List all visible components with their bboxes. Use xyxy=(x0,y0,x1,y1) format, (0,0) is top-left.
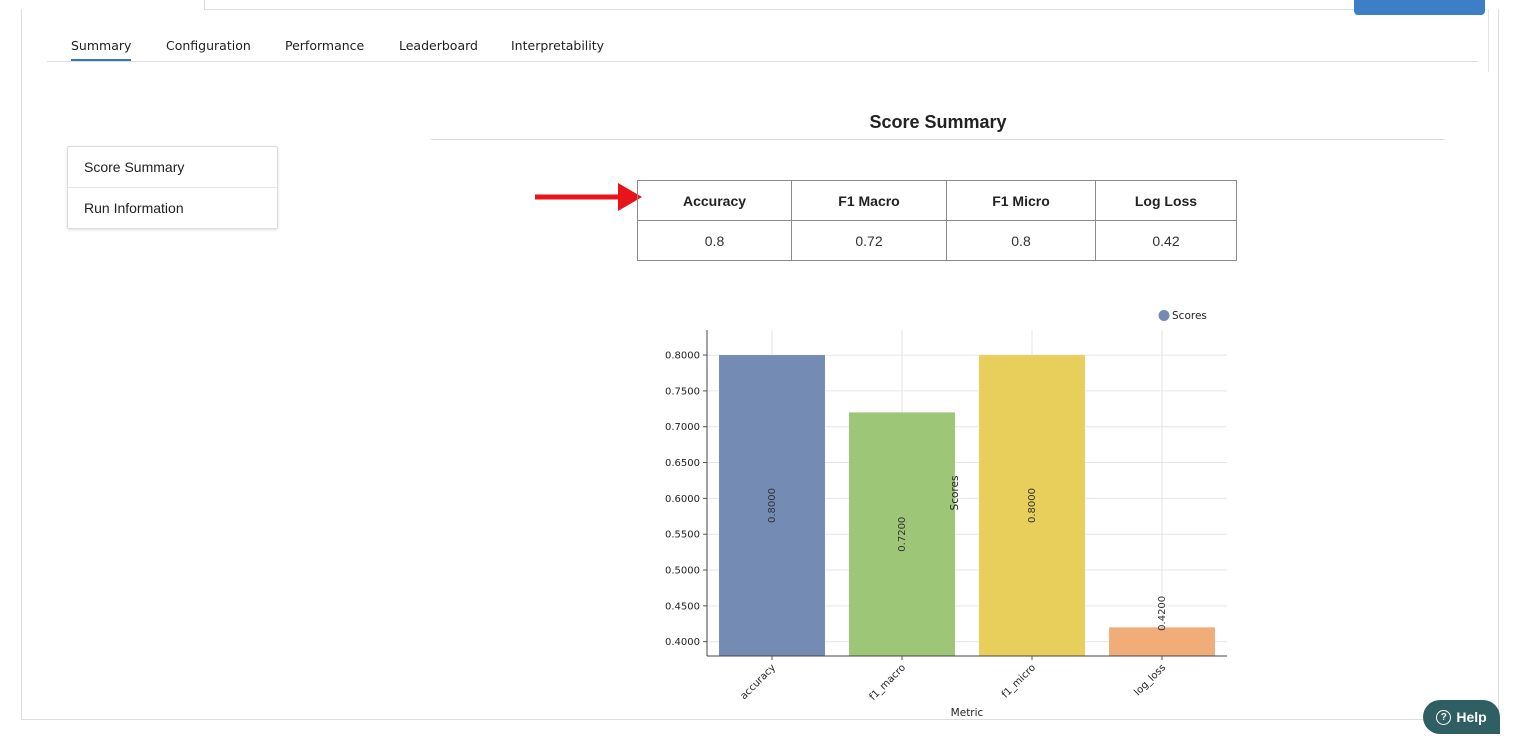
y-tick-label: 0.5000 xyxy=(665,566,700,577)
value-accuracy: 0.8 xyxy=(637,220,792,261)
tab-summary[interactable]: Summary xyxy=(71,38,132,61)
score-bar-chart: 0.8000 0.7200 0.8000 0.4200 0.4000 0.4500 0.5… xyxy=(665,310,1227,719)
x-axis-title: Metric xyxy=(951,707,984,719)
bar-value-label: 0.4200 xyxy=(1157,596,1168,631)
header-accuracy: Accuracy xyxy=(637,180,792,221)
y-tick-label: 0.8000 xyxy=(665,351,700,362)
chart-bars: 0.8000 0.7200 0.8000 0.4200 xyxy=(719,355,1215,656)
x-tick-label: f1_macro xyxy=(868,662,908,702)
chart-y-axis: 0.4000 0.4500 0.5000 0.5500 0.6000 0.6500 0.70… xyxy=(665,330,708,656)
x-tick-label: log_loss xyxy=(1132,662,1168,698)
y-axis-title: Scores xyxy=(949,476,961,511)
tab-interpretability[interactable]: Interpretability xyxy=(511,38,604,59)
section-nav: Score Summary Run Information xyxy=(67,146,278,229)
header-f1-macro: F1 Macro xyxy=(791,180,947,221)
help-label: Help xyxy=(1456,709,1487,725)
bar-value-label: 0.8000 xyxy=(1027,488,1038,523)
bar-value-label: 0.7200 xyxy=(897,517,908,552)
tab-configuration[interactable]: Configuration xyxy=(166,38,251,59)
tab-leaderboard[interactable]: Leaderboard xyxy=(399,38,478,59)
y-tick-label: 0.7000 xyxy=(665,422,700,433)
score-table-value-row: 0.8 0.72 0.8 0.42 xyxy=(637,220,1237,261)
header-log-loss: Log Loss xyxy=(1095,180,1237,221)
y-tick-label: 0.5500 xyxy=(665,530,700,541)
legend-marker xyxy=(1158,310,1170,321)
section-divider xyxy=(431,139,1445,140)
nav-item-run-information[interactable]: Run Information xyxy=(68,187,277,228)
top-panel-stub xyxy=(20,0,205,9)
y-tick-label: 0.7500 xyxy=(665,386,700,397)
y-tick-label: 0.4000 xyxy=(665,637,700,648)
legend-label: Scores xyxy=(1172,310,1207,322)
nav-item-score-summary[interactable]: Score Summary xyxy=(68,147,277,187)
header-f1-micro: F1 Micro xyxy=(946,180,1096,221)
x-tick-label: f1_micro xyxy=(1000,662,1038,700)
value-f1-micro: 0.8 xyxy=(946,220,1096,261)
y-tick-label: 0.6500 xyxy=(665,458,700,469)
section-title: Score Summary xyxy=(869,112,1007,132)
y-tick-label: 0.4500 xyxy=(665,601,700,612)
question-circle-icon: ? xyxy=(1436,709,1452,725)
bar-value-label: 0.8000 xyxy=(767,488,778,523)
chart-x-axis: accuracy f1_macro f1_micro log_loss xyxy=(707,655,1227,703)
y-tick-label: 0.6000 xyxy=(665,494,700,505)
tab-bar: Summary Configuration Performance Leader… xyxy=(47,32,1478,62)
score-table-header-row: Accuracy F1 Macro F1 Micro Log Loss xyxy=(637,180,1237,221)
chart-legend: Scores xyxy=(1158,310,1207,322)
value-log-loss: 0.42 xyxy=(1095,220,1237,261)
arrow-right-icon xyxy=(535,183,642,211)
help-button[interactable]: ? Help xyxy=(1423,700,1500,734)
value-f1-macro: 0.72 xyxy=(791,220,947,261)
score-table: Accuracy F1 Macro F1 Micro Log Loss 0.8 … xyxy=(637,180,1237,261)
tab-performance[interactable]: Performance xyxy=(285,38,364,59)
frame-edge xyxy=(1488,10,1489,72)
x-tick-label: accuracy xyxy=(738,662,778,702)
